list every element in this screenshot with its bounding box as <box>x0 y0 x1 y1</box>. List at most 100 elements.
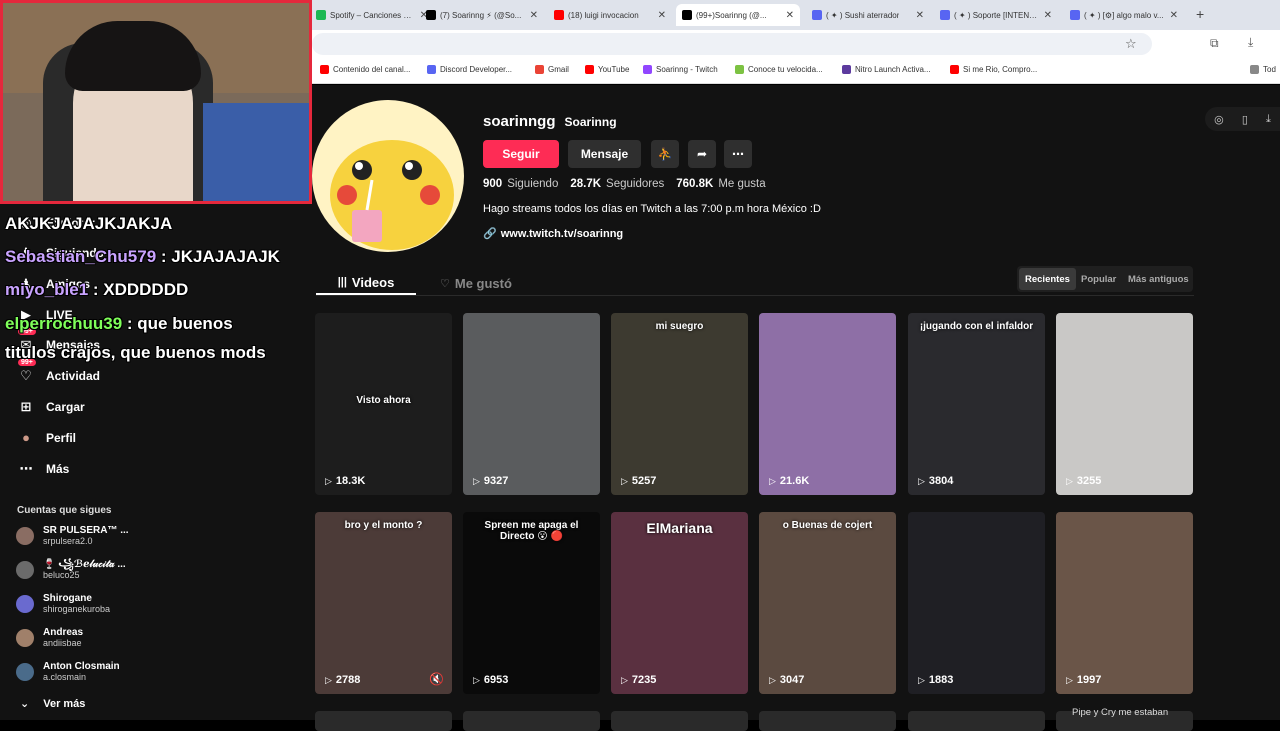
account-text: Andreas andiisbae <box>43 627 83 649</box>
bookmark-item[interactable]: Soarinng - Twitch <box>643 65 718 74</box>
follow-button[interactable]: Seguir <box>483 140 559 168</box>
sidebar-item[interactable]: ♡ Actividad 99+ <box>18 359 100 384</box>
account-avatar <box>16 595 34 613</box>
sort-popular[interactable]: Popular <box>1075 268 1122 290</box>
view-count-value: 18.3K <box>335 475 366 487</box>
new-tab-icon[interactable]: + <box>1196 6 1204 22</box>
close-tab-icon[interactable]: ✕ <box>782 10 794 21</box>
followed-account[interactable]: Anton Closmain a.closmain <box>16 661 120 683</box>
see-more-link[interactable]: ⌄ Ver más <box>20 697 85 711</box>
tab-favicon-icon <box>316 10 326 20</box>
followed-account[interactable]: SR PULSERA™ ... srpulsera2.0 <box>16 525 129 547</box>
sidebar-item-label: Más <box>46 462 70 476</box>
extensions-icon[interactable]: ⧉ <box>1210 36 1219 51</box>
browser-tab[interactable]: Spotify – Canciones que... ✕ <box>310 4 434 26</box>
video-thumbnail[interactable]: o Buenas de cojert ▷ 3047 <box>759 512 896 694</box>
compass-tool-icon[interactable]: ◎ <box>1214 113 1224 126</box>
video-thumbnail[interactable]: ▷ 21.6K <box>759 313 896 495</box>
stat-followers-label[interactable]: Seguidores <box>606 178 664 190</box>
video-thumbnail[interactable] <box>908 711 1045 731</box>
video-thumbnail[interactable] <box>759 711 896 731</box>
view-count-value: 1997 <box>1076 674 1102 686</box>
bookmark-item[interactable]: Nitro Launch Activa... <box>842 65 931 74</box>
tab-title: (99+)Soarinng (@... <box>696 10 767 20</box>
browser-tab[interactable]: ( ✦ ) Sushi aterrador ✕ <box>806 4 930 26</box>
bookmark-item[interactable]: Si me Rio, Compro... <box>950 65 1037 74</box>
video-thumbnail[interactable] <box>611 711 748 731</box>
tab-videos[interactable]: ||| Videos <box>316 271 416 295</box>
followed-account[interactable]: 🍷 ꧁ℬℯ𝓁𝓊𝒸𝒾𝓉𝒶 ... beluco25 <box>16 559 126 581</box>
chat-text: titulos crajos, que buenos mods <box>5 343 266 362</box>
view-count-value: 3255 <box>1076 475 1102 487</box>
close-tab-icon[interactable]: ✕ <box>654 10 666 21</box>
more-icon: ⋯ <box>19 461 33 476</box>
account-avatar <box>16 663 34 681</box>
bookmark-item[interactable]: YouTube <box>585 65 629 74</box>
bookmark-item[interactable]: Conoce tu velocida... <box>735 65 823 74</box>
mute-icon[interactable]: 🔇 <box>429 672 444 686</box>
video-thumbnail[interactable]: Visto ahora ▷ 18.3K <box>315 313 452 495</box>
view-count-value: 7235 <box>631 674 657 686</box>
activity-icon: ♡ <box>20 368 32 383</box>
add-friend-icon[interactable]: ⛹ <box>651 140 679 168</box>
share-icon[interactable]: ➦ <box>688 140 716 168</box>
video-thumbnail[interactable]: ▷ 1997 <box>1056 512 1193 694</box>
close-tab-icon[interactable]: ✕ <box>526 10 538 21</box>
tab-liked[interactable]: ♡ Me gustó <box>440 271 512 295</box>
video-thumbnail[interactable]: bro y el monto ? ▷ 2788 🔇 <box>315 512 452 694</box>
video-thumbnail[interactable]: mi suegro ▷ 5257 <box>611 313 748 495</box>
bookmark-item[interactable]: Contenido del canal... <box>320 65 410 74</box>
video-thumbnail[interactable]: ▷ 1883 <box>908 512 1045 694</box>
chat-text: : XDDDDDD <box>88 280 189 299</box>
browser-tab[interactable]: ( ✦ ) Soporte [INTENT... ✕ <box>934 4 1058 26</box>
close-tab-icon[interactable]: ✕ <box>1166 10 1178 21</box>
video-thumbnail[interactable] <box>315 711 452 731</box>
account-name: Anton Closmain <box>43 661 120 672</box>
bookmark-label: Si me Rio, Compro... <box>963 65 1038 74</box>
bottom-caption: Pipe y Cry me estaban <box>1072 707 1169 718</box>
sidebar-item[interactable]: ● Perfil <box>18 430 76 445</box>
bookmark-label: Nitro Launch Activa... <box>855 65 931 74</box>
star-icon[interactable]: ☆ <box>1125 36 1137 52</box>
more-options-icon[interactable]: ⋯ <box>724 140 752 168</box>
stat-following-label[interactable]: Siguiendo <box>507 178 558 190</box>
bookmark-label: YouTube <box>598 65 630 74</box>
video-thumbnail[interactable]: ElMariana ▷ 7235 <box>611 512 748 694</box>
download-icon[interactable]: ⤓ <box>1248 35 1253 50</box>
address-field[interactable] <box>312 33 1152 55</box>
sort-oldest[interactable]: Más antiguos <box>1122 268 1195 290</box>
video-thumbnail[interactable]: Spreen me apaga el Directo 😮 🔴 ▷ 6953 <box>463 512 600 694</box>
profile-link[interactable]: 🔗 www.twitch.tv/soarinng <box>483 227 623 241</box>
browser-tab[interactable]: ( ✦ ) [⚙] algo malo v... ✕ <box>1064 4 1184 26</box>
account-text: SR PULSERA™ ... srpulsera2.0 <box>43 525 129 547</box>
close-tab-icon[interactable]: ✕ <box>912 10 924 21</box>
bookmark-item[interactable]: Gmail <box>535 65 569 74</box>
browser-tab[interactable]: (18) luigi invocacion ✕ <box>548 4 672 26</box>
bookmark-favicon-icon <box>320 65 329 74</box>
sidebar-item[interactable]: ⊞ Cargar <box>18 399 85 415</box>
account-handle: a.closmain <box>43 672 87 682</box>
close-tab-icon[interactable]: ✕ <box>1040 10 1052 21</box>
video-thumbnail[interactable] <box>463 711 600 731</box>
video-thumbnail[interactable]: ¡jugando con el infaldor ▷ 3804 <box>908 313 1045 495</box>
sidebar-item[interactable]: ⋯ Más <box>18 461 70 477</box>
sidebar-item-label: Perfil <box>46 430 77 445</box>
bookmark-item[interactable]: Tod <box>1250 65 1276 74</box>
message-button[interactable]: Mensaje <box>568 140 641 168</box>
sort-recent[interactable]: Recientes <box>1019 268 1076 290</box>
phone-tool-icon[interactable]: ▯ <box>1242 113 1248 126</box>
followed-account[interactable]: Shirogane shiroganekuroba <box>16 593 110 615</box>
video-caption: o Buenas de cojert <box>782 520 873 531</box>
browser-tab[interactable]: (99+)Soarinng (@... ✕ <box>676 4 800 26</box>
view-count: ▷ 1997 <box>1066 674 1101 686</box>
download-tool-icon[interactable]: ⤓ <box>1266 113 1271 126</box>
video-thumbnail[interactable]: ▷ 3255 <box>1056 313 1193 495</box>
video-caption: bro y el monto ? <box>344 520 423 531</box>
play-icon: ▷ <box>769 674 776 685</box>
video-thumbnail[interactable]: ▷ 9327 <box>463 313 600 495</box>
view-count-value: 2788 <box>335 674 361 686</box>
bookmark-item[interactable]: Discord Developer... <box>427 65 512 74</box>
followed-account[interactable]: Andreas andiisbae <box>16 627 83 649</box>
account-handle: shiroganekuroba <box>43 604 111 614</box>
browser-tab[interactable]: (7) Soarinng ⚡ (@So... ✕ <box>420 4 544 26</box>
